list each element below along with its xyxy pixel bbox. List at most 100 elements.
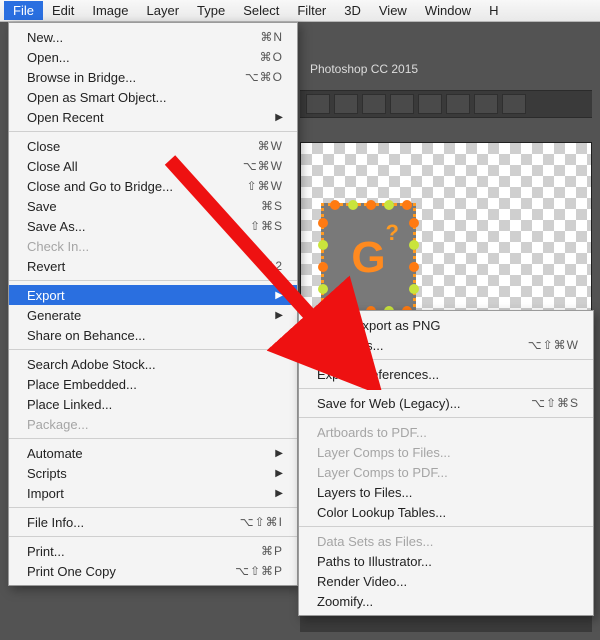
menu-item-label: Check In... — [27, 239, 283, 254]
menu-item-label: Layer Comps to PDF... — [317, 465, 579, 480]
menu-item-label: New... — [27, 30, 230, 45]
menu-help[interactable]: H — [480, 1, 507, 20]
menu-item-label: File Info... — [27, 515, 210, 530]
menu-item-label: Browse in Bridge... — [27, 70, 215, 85]
question-mark-icon: ? — [386, 220, 399, 246]
menu-item[interactable]: File Info...⌥⇧⌘I — [9, 512, 297, 532]
menu-item-shortcut: ⌥⌘W — [213, 159, 283, 173]
submenu-arrow-icon: ▶ — [245, 488, 283, 499]
menu-item-label: Export Preferences... — [317, 367, 579, 382]
menu-item-shortcut: ⇧⌘S — [220, 219, 283, 233]
menu-item-label: Close All — [27, 159, 213, 174]
menu-separator — [9, 131, 297, 132]
tool-icon[interactable] — [334, 94, 358, 114]
document-tab[interactable]: Photoshop CC 2015 — [300, 58, 428, 80]
menu-item[interactable]: Close All⌥⌘W — [9, 156, 297, 176]
menu-item-label: Color Lookup Tables... — [317, 505, 579, 520]
menu-item-label: Quick Export as PNG — [317, 318, 579, 333]
menu-item[interactable]: Search Adobe Stock... — [9, 354, 297, 374]
menu-item[interactable]: Save As...⇧⌘S — [9, 216, 297, 236]
layer-glyph: G — [351, 233, 385, 283]
menu-item-shortcut: ⌥⇧⌘I — [210, 515, 283, 529]
menu-item-label: Print... — [27, 544, 231, 559]
menu-item[interactable]: Export Preferences... — [299, 364, 593, 384]
menu-item-label: Close — [27, 139, 228, 154]
menu-item-label: Generate — [27, 308, 245, 323]
tool-icon[interactable] — [390, 94, 414, 114]
menu-item: Layer Comps to PDF... — [299, 462, 593, 482]
menu-item-label: Save — [27, 199, 231, 214]
menu-item-shortcut: ⌘N — [230, 30, 283, 44]
menu-type[interactable]: Type — [188, 1, 234, 20]
submenu-arrow-icon: ▶ — [245, 310, 283, 321]
menu-item-label: Export As... — [317, 338, 498, 353]
menu-item-label: Export — [27, 288, 245, 303]
menu-item-label: Share on Behance... — [27, 328, 283, 343]
menu-item[interactable]: Zoomify... — [299, 591, 593, 611]
menu-item[interactable]: Share on Behance... — [9, 325, 297, 345]
tool-icon[interactable] — [418, 94, 442, 114]
menu-item[interactable]: RevertF12 — [9, 256, 297, 276]
menu-item-label: Open Recent — [27, 110, 245, 125]
menu-item[interactable]: Open...⌘O — [9, 47, 297, 67]
menu-layer[interactable]: Layer — [138, 1, 189, 20]
menu-item[interactable]: Browse in Bridge...⌥⌘O — [9, 67, 297, 87]
menu-item[interactable]: Save⌘S — [9, 196, 297, 216]
menu-item[interactable]: Automate▶ — [9, 443, 297, 463]
menu-item-label: Paths to Illustrator... — [317, 554, 579, 569]
export-submenu-panel: Quick Export as PNGExport As...⌥⇧⌘WExpor… — [298, 310, 594, 616]
menu-item[interactable]: Color Lookup Tables... — [299, 502, 593, 522]
menu-separator — [299, 526, 593, 527]
menu-image[interactable]: Image — [83, 1, 137, 20]
menu-item-shortcut: ⌘W — [228, 139, 283, 153]
menu-item[interactable]: Render Video... — [299, 571, 593, 591]
menu-item[interactable]: Layers to Files... — [299, 482, 593, 502]
menu-item-label: Search Adobe Stock... — [27, 357, 283, 372]
menu-view[interactable]: View — [370, 1, 416, 20]
menu-item: Artboards to PDF... — [299, 422, 593, 442]
menu-item[interactable]: Import▶ — [9, 483, 297, 503]
menu-item[interactable]: Open Recent▶ — [9, 107, 297, 127]
menu-item[interactable]: Quick Export as PNG — [299, 315, 593, 335]
menu-select[interactable]: Select — [234, 1, 288, 20]
menu-item[interactable]: Print One Copy⌥⇧⌘P — [9, 561, 297, 581]
menu-item[interactable]: Close and Go to Bridge...⇧⌘W — [9, 176, 297, 196]
submenu-arrow-icon: ▶ — [245, 112, 283, 123]
menu-item[interactable]: Export As...⌥⇧⌘W — [299, 335, 593, 355]
menu-item-label: Automate — [27, 446, 245, 461]
file-menu-panel: New...⌘NOpen...⌘OBrowse in Bridge...⌥⌘OO… — [8, 22, 298, 586]
menu-item-label: Open... — [27, 50, 230, 65]
menu-item[interactable]: Place Embedded... — [9, 374, 297, 394]
tool-icon[interactable] — [306, 94, 330, 114]
menu-item-label: Close and Go to Bridge... — [27, 179, 217, 194]
menu-item-label: Artboards to PDF... — [317, 425, 579, 440]
tool-icon[interactable] — [474, 94, 498, 114]
tool-icon[interactable] — [502, 94, 526, 114]
menu-item[interactable]: New...⌘N — [9, 27, 297, 47]
menu-filter[interactable]: Filter — [288, 1, 335, 20]
menu-item[interactable]: Paths to Illustrator... — [299, 551, 593, 571]
menu-item-label: Place Embedded... — [27, 377, 283, 392]
tool-icon[interactable] — [446, 94, 470, 114]
menu-item-shortcut: ⌘P — [231, 544, 283, 558]
menu-item-shortcut: ⌘O — [230, 50, 283, 64]
menu-item[interactable]: Print...⌘P — [9, 541, 297, 561]
menu-item[interactable]: Generate▶ — [9, 305, 297, 325]
menu-separator — [9, 507, 297, 508]
menu-item-label: Data Sets as Files... — [317, 534, 579, 549]
menu-3d[interactable]: 3D — [335, 1, 370, 20]
menu-file[interactable]: File — [4, 1, 43, 20]
menu-window[interactable]: Window — [416, 1, 480, 20]
menu-item[interactable]: Close⌘W — [9, 136, 297, 156]
menu-item[interactable]: Export▶ — [9, 285, 297, 305]
menu-item[interactable]: Open as Smart Object... — [9, 87, 297, 107]
menu-item-label: Open as Smart Object... — [27, 90, 283, 105]
tool-icon[interactable] — [362, 94, 386, 114]
menu-item[interactable]: Place Linked... — [9, 394, 297, 414]
menu-item-label: Print One Copy — [27, 564, 205, 579]
selected-layer[interactable]: G ? — [321, 203, 416, 313]
menu-edit[interactable]: Edit — [43, 1, 83, 20]
menu-item[interactable]: Scripts▶ — [9, 463, 297, 483]
menu-item-label: Layer Comps to Files... — [317, 445, 579, 460]
menu-item[interactable]: Save for Web (Legacy)...⌥⇧⌘S — [299, 393, 593, 413]
